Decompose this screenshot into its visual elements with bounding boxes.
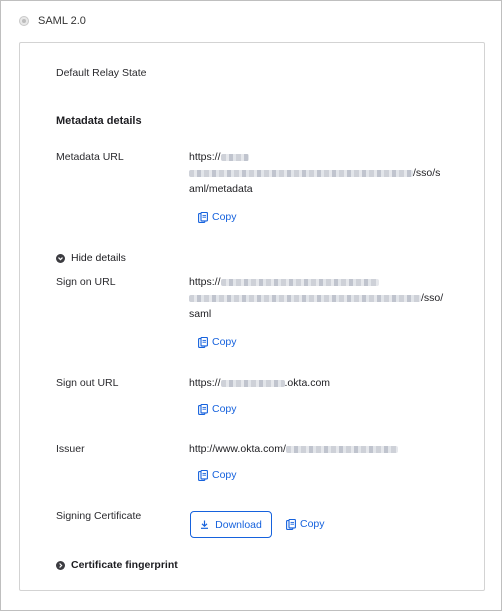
redacted-text	[220, 379, 285, 387]
issuer-prefix: http://www.okta.com/	[189, 443, 286, 455]
copy-icon	[198, 469, 208, 481]
copy-icon	[198, 211, 208, 223]
saml-details-panel: Default Relay State Metadata details Met…	[19, 42, 485, 591]
hide-details-toggle[interactable]: Hide details	[56, 252, 126, 264]
metadata-url-line1: https://	[189, 151, 221, 163]
sign-out-url-suffix: .okta.com	[284, 377, 331, 389]
saml-settings-frame: SAML 2.0 Default Relay State Metadata de…	[0, 0, 502, 611]
metadata-url-label: Metadata URL	[56, 151, 124, 163]
metadata-url-copy-label: Copy	[212, 211, 237, 223]
metadata-details-heading: Metadata details	[56, 115, 142, 127]
issuer-label: Issuer	[56, 443, 85, 455]
download-label: Download	[215, 518, 262, 531]
issuer-copy-button[interactable]: Copy	[198, 469, 237, 481]
sign-on-url-value: https:// /sso/ saml	[189, 274, 459, 322]
redacted-text	[189, 169, 413, 177]
default-relay-state-label: Default Relay State	[56, 67, 147, 79]
chevron-down-circle-icon	[56, 253, 65, 263]
download-certificate-button[interactable]: Download	[190, 511, 272, 538]
metadata-url-value: https:// /sso/s aml/metadata	[189, 149, 449, 197]
metadata-url-copy-button[interactable]: Copy	[198, 211, 237, 223]
saml-option-label: SAML 2.0	[38, 15, 86, 27]
signing-certificate-copy-label: Copy	[300, 518, 325, 530]
sign-out-url-copy-label: Copy	[212, 403, 237, 415]
metadata-url-line3: aml/metadata	[189, 183, 253, 195]
certificate-fingerprint-toggle[interactable]: Certificate fingerprint	[56, 559, 178, 571]
issuer-value: http://www.okta.com/	[189, 441, 398, 457]
chevron-right-circle-icon	[56, 560, 65, 570]
metadata-url-line2: /sso/s	[413, 167, 441, 179]
sign-on-url-copy-label: Copy	[212, 336, 237, 348]
signing-certificate-copy-button[interactable]: Copy	[286, 518, 325, 530]
sign-on-url-label: Sign on URL	[56, 276, 116, 288]
sign-out-url-value: https:// .okta.com	[189, 375, 330, 391]
issuer-copy-label: Copy	[212, 469, 237, 481]
copy-icon	[286, 518, 296, 530]
hide-details-label: Hide details	[71, 252, 126, 264]
redacted-text	[189, 294, 421, 302]
sign-out-url-prefix: https://	[189, 377, 221, 389]
redacted-text	[220, 278, 379, 286]
copy-icon	[198, 336, 208, 348]
sign-on-url-copy-button[interactable]: Copy	[198, 336, 237, 348]
download-icon	[201, 520, 209, 529]
copy-icon	[198, 403, 208, 415]
sign-on-url-line2: /sso/	[421, 292, 444, 304]
sign-out-url-label: Sign out URL	[56, 377, 119, 389]
certificate-fingerprint-label: Certificate fingerprint	[71, 559, 178, 571]
sign-on-url-line1: https://	[189, 276, 221, 288]
redacted-text	[285, 445, 398, 453]
sign-out-url-copy-button[interactable]: Copy	[198, 403, 237, 415]
sign-on-url-line3: saml	[189, 308, 212, 320]
signing-certificate-label: Signing Certificate	[56, 510, 142, 522]
saml-option[interactable]: SAML 2.0	[19, 15, 86, 27]
redacted-text	[220, 153, 249, 161]
radio-icon[interactable]	[19, 16, 29, 26]
